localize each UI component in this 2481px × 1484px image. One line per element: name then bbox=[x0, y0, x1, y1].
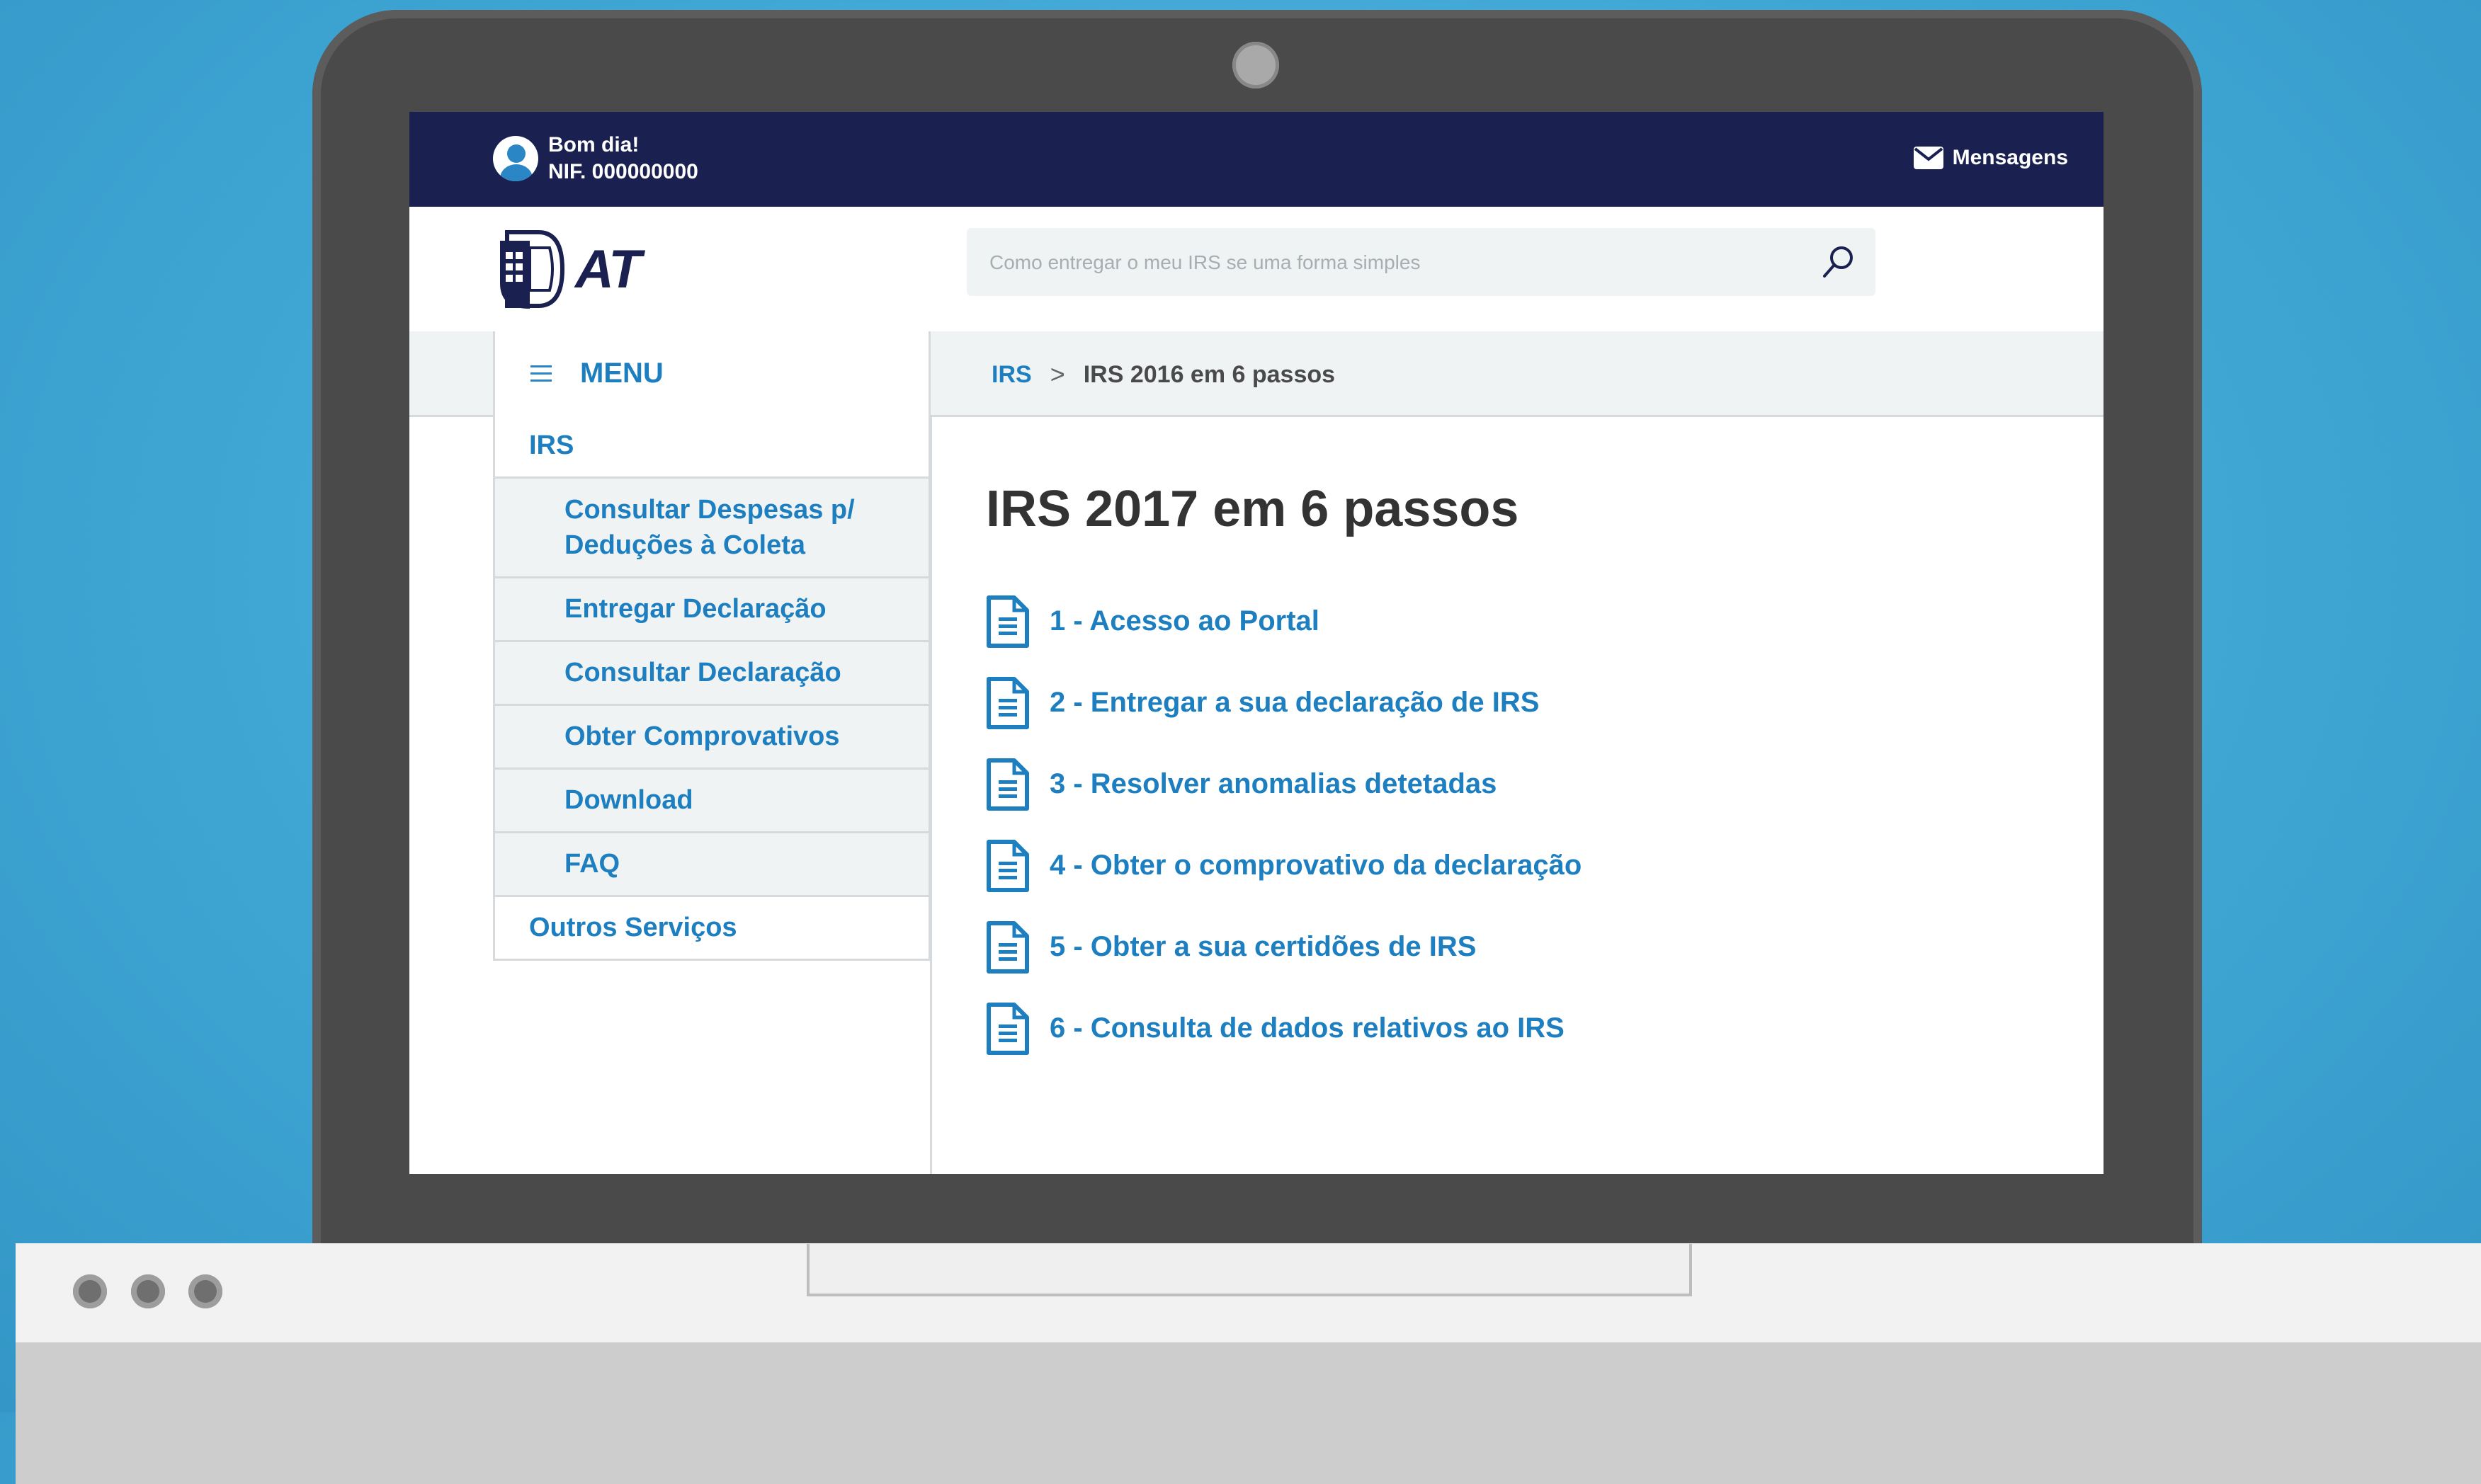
greeting-text: Bom dia! bbox=[548, 133, 640, 156]
step-label: 4 - Obter o comprovativo da declaração bbox=[1050, 850, 1582, 881]
envelope-icon bbox=[1913, 147, 1943, 169]
sidebar-item-irs[interactable]: IRS bbox=[495, 415, 929, 479]
user-avatar-icon[interactable] bbox=[493, 136, 538, 181]
laptop-base-shadow bbox=[16, 1342, 2481, 1484]
top-bar: Bom dia! NIF. 000000000 Mensagens bbox=[409, 112, 2104, 207]
breadcrumb-item-irs[interactable]: IRS bbox=[992, 361, 1032, 389]
messages-link[interactable]: Mensagens bbox=[1913, 146, 2068, 170]
step-label: 6 - Consulta de dados relativos ao IRS bbox=[1050, 1012, 1565, 1044]
screen: Bom dia! NIF. 000000000 Mensagens AT MEN… bbox=[409, 112, 2104, 1174]
chevron-right-icon: > bbox=[1050, 360, 1065, 389]
step-link[interactable]: 2 - Entregar a sua declaração de IRS bbox=[986, 662, 1582, 743]
page-title: IRS 2017 em 6 passos bbox=[986, 481, 1519, 537]
nif-text: NIF. 000000000 bbox=[548, 160, 698, 183]
sidebar-item-outros-servicos[interactable]: Outros Serviços bbox=[495, 897, 929, 961]
document-icon bbox=[987, 595, 1029, 648]
search-box bbox=[967, 228, 1875, 296]
user-greeting: Bom dia! NIF. 000000000 bbox=[548, 132, 698, 186]
messages-label: Mensagens bbox=[1952, 146, 2068, 169]
search-icon[interactable] bbox=[1820, 244, 1857, 280]
indicator-light-icon bbox=[73, 1274, 107, 1308]
sidebar-item-consultar-declaracao[interactable]: Consultar Declaração bbox=[495, 642, 929, 706]
step-label: 5 - Obter a sua certidões de IRS bbox=[1050, 931, 1477, 962]
step-label: 3 - Resolver anomalias detetadas bbox=[1050, 768, 1497, 799]
menu-button[interactable]: MENU bbox=[493, 331, 931, 415]
sidebar-item-obter-comprovativos[interactable]: Obter Comprovativos bbox=[495, 706, 929, 770]
step-link[interactable]: 1 - Acesso ao Portal bbox=[986, 581, 1582, 662]
content-divider bbox=[930, 415, 932, 1174]
step-label: 2 - Entregar a sua declaração de IRS bbox=[1050, 687, 1540, 718]
sidebar-item-label: Deduções à Coleta bbox=[564, 530, 805, 560]
trackpad bbox=[807, 1244, 1692, 1296]
step-link[interactable]: 3 - Resolver anomalias detetadas bbox=[986, 743, 1582, 825]
steps-list: 1 - Acesso ao Portal 2 - Entregar a sua d… bbox=[986, 581, 1582, 1069]
document-icon bbox=[987, 758, 1029, 811]
at-logo[interactable]: AT bbox=[494, 219, 642, 319]
step-link[interactable]: 5 - Obter a sua certidões de IRS bbox=[986, 906, 1582, 988]
coat-of-arms-icon bbox=[500, 230, 565, 309]
document-icon bbox=[987, 839, 1029, 892]
sidebar-item-consultar-despesas[interactable]: Consultar Despesas p/ Deduções à Coleta bbox=[495, 479, 929, 578]
sidebar-item-faq[interactable]: FAQ bbox=[495, 833, 929, 897]
step-link[interactable]: 6 - Consulta de dados relativos ao IRS bbox=[986, 988, 1582, 1069]
search-input[interactable] bbox=[988, 245, 1805, 280]
logo-text: AT bbox=[575, 239, 642, 299]
hamburger-icon bbox=[530, 365, 552, 382]
breadcrumb-bar: MENU IRS > IRS 2016 em 6 passos bbox=[409, 331, 2104, 417]
indicator-light-icon bbox=[131, 1274, 165, 1308]
main-content: IRS 2017 em 6 passos 1 - Acesso ao Porta… bbox=[986, 480, 1582, 1069]
document-icon bbox=[987, 1002, 1029, 1055]
document-icon bbox=[987, 676, 1029, 729]
sidebar-nav: IRS Consultar Despesas p/ Deduções à Col… bbox=[493, 415, 931, 961]
document-icon bbox=[987, 920, 1029, 974]
sidebar-item-download[interactable]: Download bbox=[495, 770, 929, 833]
indicator-light-icon bbox=[188, 1274, 222, 1308]
sidebar-item-entregar-declaracao[interactable]: Entregar Declaração bbox=[495, 578, 929, 642]
breadcrumb-current: IRS 2016 em 6 passos bbox=[1083, 360, 1336, 388]
menu-label: MENU bbox=[580, 357, 664, 389]
step-label: 1 - Acesso ao Portal bbox=[1050, 605, 1319, 637]
sidebar-item-label: Consultar Despesas p/ bbox=[564, 495, 855, 525]
breadcrumb: IRS > IRS 2016 em 6 passos bbox=[992, 360, 1335, 389]
step-link[interactable]: 4 - Obter o comprovativo da declaração bbox=[986, 825, 1582, 906]
camera-icon bbox=[1232, 42, 1279, 89]
